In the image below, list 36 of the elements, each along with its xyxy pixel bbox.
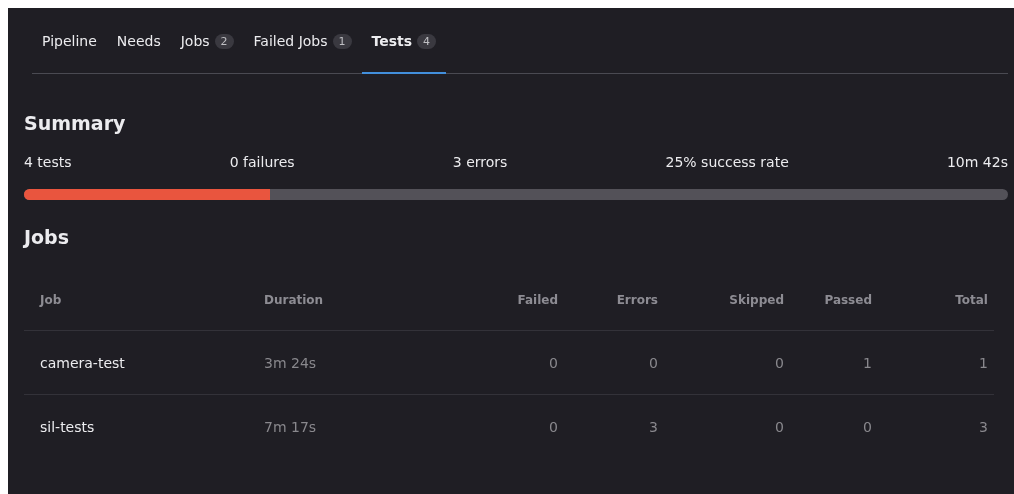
table-cell-text: 1 xyxy=(978,354,989,371)
summary-stat: 10m 42s xyxy=(946,154,1008,170)
summary-stat: 4 tests xyxy=(24,154,72,170)
count-badge: 2 xyxy=(214,33,234,49)
table-cell-text: 7m 17s xyxy=(263,418,318,435)
table-cell-text: 0 xyxy=(548,354,559,371)
column-header: Failed xyxy=(516,293,559,307)
section-heading: Summary xyxy=(24,112,127,134)
section-heading: Jobs xyxy=(24,226,71,248)
column-header: Job xyxy=(38,293,63,307)
count-badge: 4 xyxy=(417,33,437,49)
count-badge: 1 xyxy=(332,33,352,49)
summary-stat: 3 errors xyxy=(452,154,508,170)
table-cell-text: 0 xyxy=(862,418,873,435)
tab[interactable]: Jobs 2 xyxy=(170,8,244,74)
table-cell-text: 3 xyxy=(648,418,659,435)
table-cell-text: 3 xyxy=(978,418,989,435)
table-cell-text: 0 xyxy=(548,418,559,435)
tab[interactable]: Needs xyxy=(106,8,171,74)
table-cell-text: 0 xyxy=(648,354,659,371)
tab[interactable]: Failed Jobs 1 xyxy=(243,8,362,74)
column-header: Skipped xyxy=(728,293,785,307)
tab[interactable]: Pipeline xyxy=(32,8,107,74)
table-cell-text: 1 xyxy=(862,354,873,371)
column-header: Total xyxy=(954,293,989,307)
summary-stat: 0 failures xyxy=(229,154,295,170)
column-header: Duration xyxy=(263,293,325,307)
column-header: Passed xyxy=(823,293,873,307)
table-cell-text: 0 xyxy=(774,354,785,371)
table-cell-text: sil-tests xyxy=(39,418,96,435)
table-cell-text: 3m 24s xyxy=(263,354,318,371)
table-cell-text: camera-test xyxy=(39,354,126,371)
summary-stat: 25% success rate xyxy=(665,154,789,170)
column-header: Errors xyxy=(615,293,659,307)
tab[interactable]: Tests 4 xyxy=(361,8,447,74)
table-cell-text: 0 xyxy=(774,418,785,435)
